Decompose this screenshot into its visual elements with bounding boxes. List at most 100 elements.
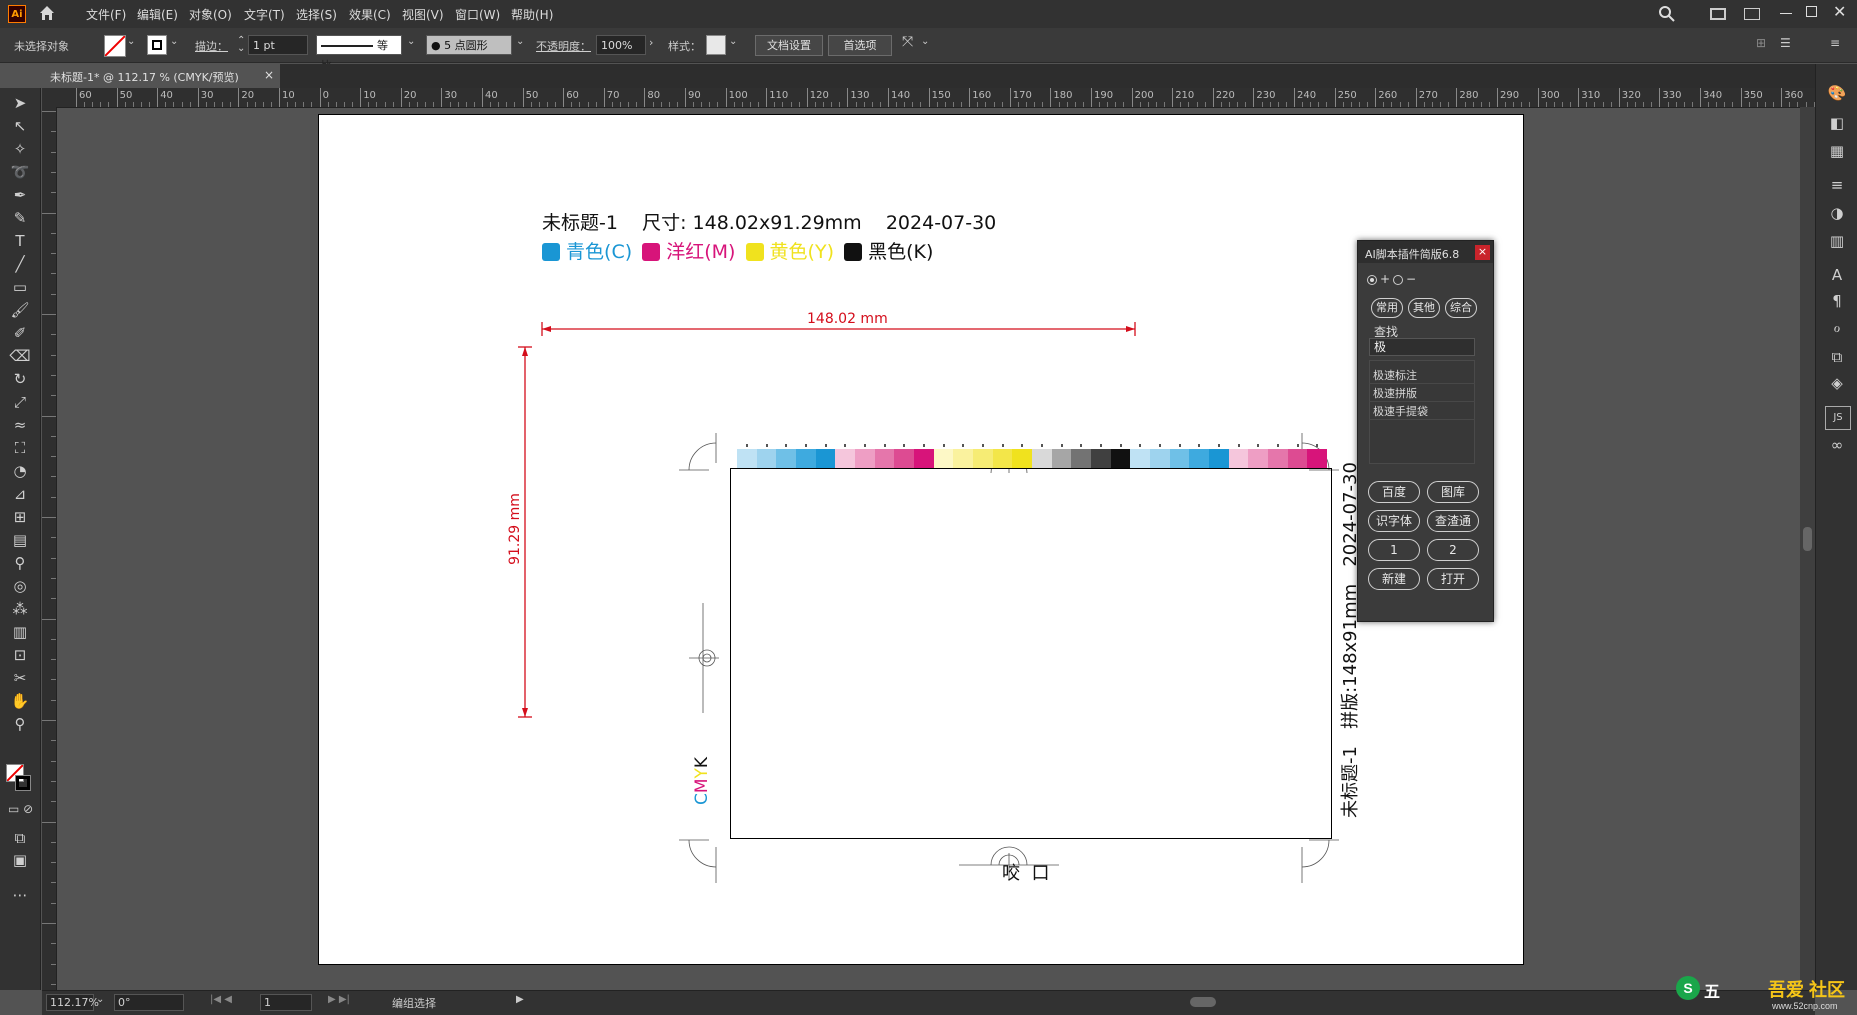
script-search-input[interactable]: 极 (1369, 338, 1475, 356)
vertical-scrollbar[interactable] (1800, 107, 1815, 990)
scrollbar-thumb[interactable] (1803, 527, 1812, 551)
color-guide-icon[interactable]: 🎨 (1825, 82, 1849, 104)
symbol-sprayer-tool-icon[interactable]: ⁂ (8, 599, 32, 619)
menu-effect[interactable]: 效果(C) (349, 6, 391, 23)
search-icon[interactable] (1658, 5, 1676, 23)
fill-stroke-indicator-icon[interactable] (6, 764, 34, 794)
menu-edit[interactable]: 编辑(E) (137, 6, 178, 23)
menu-object[interactable]: 对象(O) (189, 6, 232, 23)
minimize-icon[interactable] (1780, 13, 1792, 14)
close-icon[interactable]: ✕ (1833, 2, 1846, 21)
paragraph-icon[interactable]: ¶ (1825, 290, 1849, 312)
chevron-down-icon[interactable]: ⌄ (921, 36, 929, 47)
mesh-tool-icon[interactable]: ⊞ (8, 507, 32, 527)
chevron-down-icon[interactable]: ⌄ (127, 36, 135, 47)
zoom-out-radio[interactable] (1393, 275, 1403, 285)
artboard-number-input[interactable]: 1 (260, 994, 312, 1011)
script-js-icon[interactable]: JS (1825, 406, 1851, 430)
hand-tool-icon[interactable]: ✋ (8, 691, 32, 711)
gradient-tool-icon[interactable]: ▤ (8, 530, 32, 550)
style-swatch[interactable] (706, 35, 726, 55)
chevron-right-icon[interactable]: › (649, 36, 653, 49)
tab-close-icon[interactable]: × (264, 68, 274, 82)
chevron-down-icon[interactable]: ⌄ (516, 36, 524, 47)
menu-help[interactable]: 帮助(H) (511, 6, 553, 23)
document-tab[interactable]: 未标题-1* @ 112.17 % (CMYK/预览) × (42, 64, 280, 88)
artboard-tool-icon[interactable]: ⊡ (8, 645, 32, 665)
zoom-tool-icon[interactable]: ⚲ (8, 714, 32, 734)
tab-other[interactable]: 其他 (1408, 298, 1440, 318)
distribute-icon[interactable]: ☰ (1780, 36, 1791, 50)
layers-icon[interactable]: ◈ (1825, 372, 1849, 394)
script-panel-close-button[interactable]: × (1475, 245, 1490, 260)
transform-icon[interactable]: ⤧ (902, 34, 913, 50)
script-panel-titlebar[interactable]: AI脚本插件简版6.8 × (1358, 241, 1493, 263)
preferences-button[interactable]: 首选项 (828, 35, 892, 56)
menu-window[interactable]: 窗口(W) (455, 6, 500, 23)
libraries-icon[interactable]: ▦ (1825, 140, 1849, 162)
trim-rectangle[interactable] (730, 468, 1332, 839)
artboards-icon[interactable]: ⧉ (1825, 346, 1849, 368)
fill-swatch[interactable] (104, 35, 126, 57)
home-icon[interactable] (38, 4, 56, 22)
type-tool-icon[interactable]: T (8, 231, 32, 251)
check-button[interactable]: 查渣通 (1427, 510, 1479, 532)
change-screen-mode-icon[interactable]: ▣ (8, 850, 32, 870)
chevron-down-icon[interactable]: ⌄ (407, 36, 415, 47)
identify-font-button[interactable]: 识字体 (1368, 510, 1420, 532)
stroke-swatch[interactable] (147, 35, 167, 55)
status-menu-icon[interactable]: ▶ (516, 994, 524, 1005)
more-tools-icon[interactable]: ⋯ (8, 885, 32, 905)
eraser-tool-icon[interactable]: ⌫ (8, 346, 32, 366)
last-artboard-icon[interactable]: ▶ ▶| (328, 994, 350, 1005)
properties-icon[interactable]: ◧ (1825, 112, 1849, 134)
zoom-in-radio[interactable] (1367, 275, 1377, 285)
perspective-grid-tool-icon[interactable]: ⊿ (8, 484, 32, 504)
free-transform-tool-icon[interactable]: ⛶ (8, 438, 32, 458)
line-tool-icon[interactable]: ╱ (8, 254, 32, 274)
horizontal-scrollbar[interactable] (530, 997, 1800, 1007)
document-setup-button[interactable]: 文档设置 (755, 35, 823, 56)
horizontal-ruler[interactable]: 60 50 40 30 20 10 0 10 20 30 40 50 60 70 80 90 100 110 120… (56, 88, 1815, 108)
appearance-icon[interactable]: ◑ (1825, 202, 1849, 224)
chevron-down-icon[interactable]: ⌄ (170, 36, 178, 47)
panel-menu-icon[interactable]: ≡ (1830, 36, 1840, 50)
chevron-down-icon[interactable]: ⌄ (729, 36, 737, 47)
artboard[interactable]: 未标题-1 尺寸: 148.02x91.29mm 2024-07-30 青色(C… (318, 114, 1524, 965)
first-artboard-icon[interactable]: |◀ ◀ (210, 994, 232, 1005)
links-icon[interactable]: ∞ (1825, 434, 1849, 456)
menu-file[interactable]: 文件(F) (86, 6, 126, 23)
menu-type[interactable]: 文字(T) (244, 6, 285, 23)
tab-general[interactable]: 综合 (1445, 298, 1477, 318)
stepper-icon[interactable]: ⌃ ⌄ (237, 36, 245, 54)
warp-tool-icon[interactable]: ≈ (8, 415, 32, 435)
rectangle-tool-icon[interactable]: ▭ (8, 277, 32, 297)
rotate-tool-icon[interactable]: ↻ (8, 369, 32, 389)
shape-builder-tool-icon[interactable]: ◔ (8, 461, 32, 481)
baidu-button[interactable]: 百度 (1368, 481, 1420, 503)
horizontal-scrollbar-thumb[interactable] (1190, 997, 1216, 1007)
new-document-button[interactable]: 新建 (1368, 568, 1420, 590)
stroke-profile-select[interactable]: 等比 (316, 35, 402, 72)
align-icon[interactable]: ⊞ (1756, 36, 1766, 50)
blend-tool-icon[interactable]: ◎ (8, 576, 32, 596)
arrange-icon[interactable] (1744, 8, 1760, 20)
curvature-tool-icon[interactable]: ✎ (8, 208, 32, 228)
scale-tool-icon[interactable]: ⤢ (8, 392, 32, 412)
slot-1-button[interactable]: 1 (1368, 539, 1420, 561)
stroke-panel-icon[interactable]: ≡ (1825, 174, 1849, 196)
slice-tool-icon[interactable]: ✂ (8, 668, 32, 688)
workspace-icon[interactable] (1710, 8, 1726, 20)
menu-select[interactable]: 选择(S) (296, 6, 337, 23)
stroke-weight-input[interactable]: 1 pt (248, 35, 308, 55)
gallery-button[interactable]: 图库 (1427, 481, 1479, 503)
zoom-level-input[interactable]: 112.17% (46, 994, 99, 1011)
paintbrush-tool-icon[interactable]: 🖌 (8, 300, 32, 320)
draw-mode-icon[interactable]: ▭ ⊘ (8, 802, 33, 816)
opacity-input[interactable]: 100% (596, 35, 646, 55)
screen-mode-icon[interactable]: ⧉ (8, 828, 32, 848)
ruler-corner[interactable] (42, 88, 56, 107)
character-icon[interactable]: A (1825, 264, 1849, 286)
lasso-tool-icon[interactable]: ➰ (8, 162, 32, 182)
eyedropper-tool-icon[interactable]: ⚲ (8, 553, 32, 573)
